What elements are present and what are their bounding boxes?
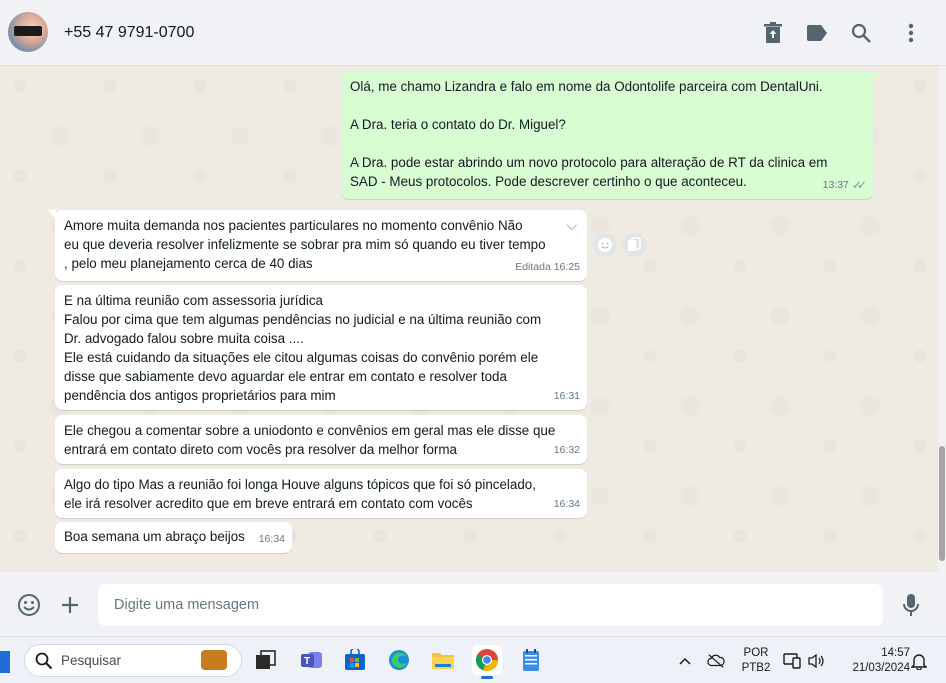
chevron-down-icon[interactable]: ⌵: [566, 216, 577, 235]
message-text: Olá, me chamo Lizandra e falo em nome da…: [350, 79, 828, 189]
volume-icon[interactable]: [807, 652, 825, 670]
notepad-icon[interactable]: [516, 645, 546, 675]
notification-bell-icon[interactable]: [910, 652, 928, 670]
label-icon[interactable]: [805, 21, 829, 45]
message-bubble-outgoing[interactable]: Olá, me chamo Lizandra e falo em nome da…: [341, 71, 880, 199]
message-bubble-incoming[interactable]: Algo do tipo Mas a reunião foi longa Hou…: [55, 469, 587, 518]
task-view-icon[interactable]: [251, 645, 281, 675]
attach-plus-icon[interactable]: [57, 592, 83, 618]
message-time: 16:34: [553, 498, 580, 510]
message-meta: 16:32: [554, 441, 580, 460]
file-explorer-icon[interactable]: [428, 645, 458, 675]
composer-bar: [0, 572, 946, 636]
read-receipt-icon: ✓✓: [851, 178, 867, 192]
message-bubble-incoming[interactable]: ⌵ Amore muita demanda nos pacientes part…: [48, 210, 587, 281]
keyboard-layout: PTB2: [741, 662, 771, 674]
message-time: 16:31: [553, 390, 580, 402]
network-icon[interactable]: [783, 652, 801, 670]
chat-scrollbar[interactable]: [938, 66, 946, 572]
copy-icon[interactable]: [622, 233, 646, 257]
bubble-tail: [872, 71, 880, 81]
chrome-browser-icon[interactable]: [472, 645, 502, 679]
emoji-icon[interactable]: [16, 592, 42, 618]
search-icon[interactable]: [849, 21, 873, 45]
message-meta: Editada 16:25: [515, 258, 580, 277]
message-meta: 16:34: [554, 495, 580, 514]
taskbar-search[interactable]: Pesquisar: [24, 644, 242, 677]
message-text: E na última reunião com assessoria juríd…: [64, 293, 542, 403]
windows-start-icon[interactable]: [0, 651, 10, 673]
message-bubble-incoming[interactable]: E na última reunião com assessoria juríd…: [55, 285, 587, 410]
scrollbar-thumb[interactable]: [939, 446, 945, 561]
teams-icon[interactable]: T: [297, 645, 327, 675]
message-meta: 16:34: [259, 530, 285, 549]
clock-time: 14:57: [881, 647, 910, 659]
svg-text:T: T: [304, 656, 310, 667]
message-time: Editada 16:25: [515, 261, 580, 273]
microphone-icon[interactable]: [898, 592, 924, 618]
message-text: Algo do tipo Mas a reunião foi longa Hou…: [64, 477, 536, 511]
message-bubble-incoming[interactable]: Ele chegou a comentar sobre a uniodonto …: [55, 415, 587, 464]
message-list[interactable]: Olá, me chamo Lizandra e falo em nome da…: [0, 66, 946, 572]
bubble-tail: [48, 210, 56, 220]
message-time: 13:37: [822, 179, 849, 191]
contact-avatar[interactable]: [8, 12, 48, 52]
chat-header: +55 47 9791-0700: [0, 0, 946, 66]
contact-name[interactable]: +55 47 9791-0700: [64, 24, 194, 42]
message-meta: 13:37 ✓✓: [822, 176, 867, 195]
clock[interactable]: 14:57 21/03/2024: [836, 646, 910, 676]
clock-date: 21/03/2024: [852, 662, 910, 674]
message-time: 16:32: [553, 444, 580, 456]
input-language[interactable]: POR PTB2: [738, 646, 774, 676]
active-app-indicator: [481, 676, 493, 679]
edge-browser-icon[interactable]: [384, 645, 414, 675]
message-text: Ele chegou a comentar sobre a uniodonto …: [64, 423, 556, 457]
message-time: 16:34: [258, 533, 285, 545]
message-text: Amore muita demanda nos pacientes partic…: [64, 218, 546, 271]
search-highlight-icon: [201, 650, 227, 670]
search-label: Pesquisar: [61, 653, 122, 668]
search-glyph-icon: [35, 652, 53, 670]
emoji-react-icon[interactable]: [593, 233, 617, 257]
message-bubble-incoming[interactable]: Boa semana um abraço beijos 16:34: [55, 522, 292, 553]
message-meta: 16:31: [554, 387, 580, 406]
language-code: POR: [743, 647, 769, 659]
onedrive-offline-icon[interactable]: [707, 652, 725, 670]
windows-taskbar: Pesquisar T POR PTB2 14:57 21/03/2024: [0, 636, 946, 683]
message-text: Boa semana um abraço beijos: [64, 529, 245, 544]
archive-icon[interactable]: [761, 21, 785, 45]
message-input[interactable]: [98, 584, 883, 626]
chevron-up-icon[interactable]: [676, 652, 694, 670]
avatar-photo: [14, 26, 42, 36]
menu-icon[interactable]: [899, 21, 923, 45]
microsoft-store-icon[interactable]: [340, 645, 370, 675]
